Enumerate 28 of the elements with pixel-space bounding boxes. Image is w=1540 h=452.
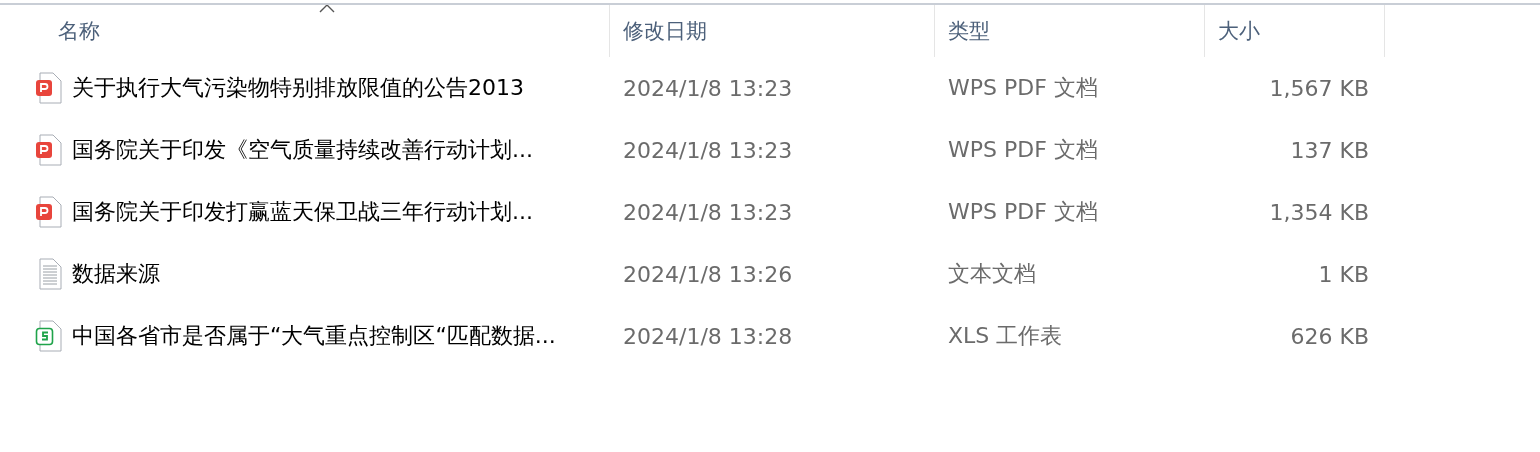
pdf-file-icon xyxy=(34,134,64,166)
file-type: 文本文档 xyxy=(948,260,1036,288)
modified-date: 2024/1/8 13:28 xyxy=(623,323,793,349)
modified-date: 2024/1/8 13:23 xyxy=(623,199,793,225)
column-header[interactable]: 类型 xyxy=(935,5,1205,57)
file-size: 137 KB xyxy=(1290,137,1369,163)
file-size: 1,354 KB xyxy=(1269,199,1369,225)
file-name[interactable]: 关于执行大气污染物特别排放限值的公告2013 xyxy=(72,73,524,103)
file-size: 626 KB xyxy=(1290,323,1369,349)
column-header[interactable]: 名称 xyxy=(0,5,610,57)
pdf-file-icon xyxy=(34,196,64,228)
file-type: WPS PDF 文档 xyxy=(948,136,1098,164)
spreadsheet-file-icon xyxy=(34,320,64,352)
modified-date: 2024/1/8 13:26 xyxy=(623,261,793,287)
file-type: XLS 工作表 xyxy=(948,322,1063,350)
modified-date: 2024/1/8 13:23 xyxy=(623,75,793,101)
modified-date: 2024/1/8 13:23 xyxy=(623,137,793,163)
file-name[interactable]: 国务院关于印发打赢蓝天保卫战三年行动计划... xyxy=(72,197,533,227)
file-size: 1,567 KB xyxy=(1269,75,1369,101)
file-name[interactable]: 数据来源 xyxy=(72,259,160,289)
file-type: WPS PDF 文档 xyxy=(948,74,1098,102)
column-header[interactable]: 修改日期 xyxy=(610,5,935,57)
file-size: 1 KB xyxy=(1318,261,1369,287)
file-name[interactable]: 中国各省市是否属于“大气重点控制区“匹配数据... xyxy=(72,321,556,351)
file-name[interactable]: 国务院关于印发《空气质量持续改善行动计划... xyxy=(72,135,533,165)
pdf-file-icon xyxy=(34,72,64,104)
file-type: WPS PDF 文档 xyxy=(948,198,1098,226)
column-header[interactable]: 大小 xyxy=(1205,5,1385,57)
